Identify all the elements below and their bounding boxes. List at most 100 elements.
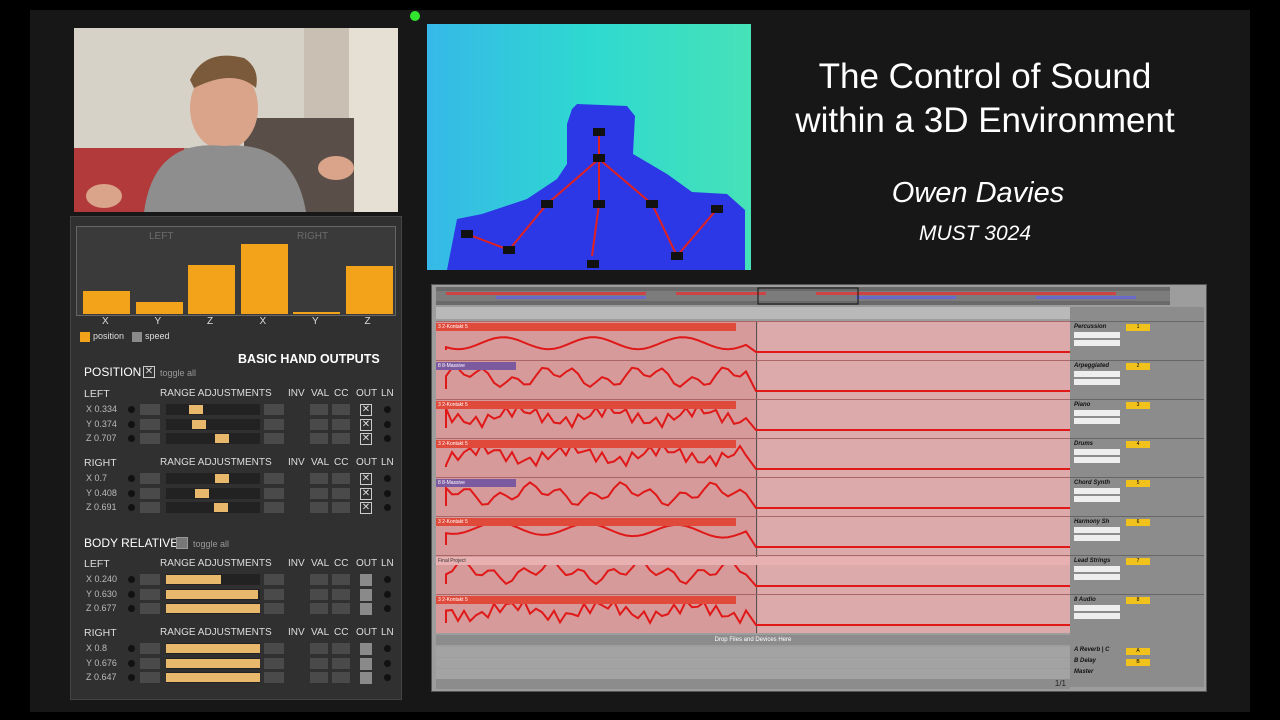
cc-number-box[interactable]: [332, 487, 350, 499]
range-slider[interactable]: [166, 487, 260, 499]
min-number-box[interactable]: [140, 473, 160, 484]
cc-number-box[interactable]: [332, 657, 350, 669]
max-number-box[interactable]: [264, 418, 284, 430]
track-lane[interactable]: [436, 477, 1070, 517]
mixer-track[interactable]: Arpeggiated 2: [1070, 360, 1204, 400]
learn-led[interactable]: [384, 605, 391, 612]
range-slider[interactable]: [166, 433, 260, 444]
input-routing-select[interactable]: [1074, 527, 1120, 533]
out-toggle-checkbox[interactable]: ✕: [360, 433, 372, 445]
learn-led[interactable]: [384, 645, 391, 652]
input-routing-select[interactable]: [1074, 457, 1120, 463]
max-number-box[interactable]: [264, 657, 284, 669]
return-activator-button[interactable]: B: [1126, 659, 1150, 666]
out-toggle-checkbox[interactable]: ✕: [360, 418, 372, 431]
range-slider[interactable]: [166, 574, 260, 585]
input-routing-select[interactable]: [1074, 332, 1120, 338]
cc-number-box[interactable]: [332, 433, 350, 444]
range-slider[interactable]: [166, 473, 260, 484]
min-number-box[interactable]: [140, 603, 160, 614]
input-routing-select[interactable]: [1074, 566, 1120, 572]
out-toggle-checkbox[interactable]: ✕: [360, 404, 372, 416]
max-number-box[interactable]: [264, 502, 284, 513]
min-number-box[interactable]: [140, 672, 160, 683]
clip[interactable]: Final Project: [436, 557, 1070, 565]
max-number-box[interactable]: [264, 672, 284, 683]
return-activator-button[interactable]: A: [1126, 648, 1150, 655]
range-slider[interactable]: [166, 643, 260, 654]
drop-zone[interactable]: Drop Files and Devices Here: [436, 635, 1070, 645]
input-routing-select[interactable]: [1074, 496, 1120, 502]
clip[interactable]: 3 2-Kontakt 5: [436, 323, 736, 331]
input-routing-select[interactable]: [1074, 535, 1120, 541]
mixer-track[interactable]: Piano 3: [1070, 399, 1204, 439]
out-toggle-checkbox[interactable]: [360, 657, 372, 670]
input-routing-select[interactable]: [1074, 488, 1120, 494]
learn-led[interactable]: [384, 659, 391, 667]
min-number-box[interactable]: [140, 433, 160, 444]
clip[interactable]: 8 8-Massive: [436, 479, 516, 487]
track-activator-button[interactable]: 7: [1126, 558, 1150, 565]
input-routing-select[interactable]: [1074, 449, 1120, 455]
input-routing-select[interactable]: [1074, 410, 1120, 416]
max-number-box[interactable]: [264, 643, 284, 654]
mixer-track[interactable]: Drums 4: [1070, 438, 1204, 478]
position-toggle-all-checkbox[interactable]: ✕: [143, 366, 155, 378]
out-toggle-checkbox[interactable]: ✕: [360, 473, 372, 485]
learn-led[interactable]: [384, 590, 391, 598]
return-track-lane[interactable]: [436, 647, 1070, 657]
input-routing-select[interactable]: [1074, 574, 1120, 580]
arrangement-view[interactable]: 3 2-Kontakt 5 8 8-Massive 3 2-Kontakt 5 3 2…: [436, 321, 1070, 633]
mixer-track[interactable]: Percussion 1: [1070, 321, 1204, 361]
track-lane[interactable]: [436, 360, 1070, 400]
min-number-box[interactable]: [140, 487, 160, 499]
out-toggle-checkbox[interactable]: [360, 643, 372, 655]
timeline-ruler[interactable]: [436, 307, 1070, 319]
range-slider[interactable]: [166, 418, 260, 430]
track-activator-button[interactable]: 1: [1126, 324, 1150, 331]
max-number-box[interactable]: [264, 574, 284, 585]
track-activator-button[interactable]: 5: [1126, 480, 1150, 487]
mixer-track[interactable]: Chord Synth 5: [1070, 477, 1204, 517]
return-track-lane[interactable]: [436, 658, 1070, 668]
cc-number-box[interactable]: [332, 473, 350, 484]
learn-led[interactable]: [384, 674, 391, 681]
cc-number-box[interactable]: [332, 502, 350, 513]
mixer-track[interactable]: Lead Strings 7: [1070, 555, 1204, 595]
clip[interactable]: 8 8-Massive: [436, 362, 516, 370]
learn-led[interactable]: [384, 475, 391, 482]
learn-led[interactable]: [384, 435, 391, 442]
mixer-track[interactable]: Harmony Sh 6: [1070, 516, 1204, 556]
range-slider[interactable]: [166, 404, 260, 415]
return-track-lane[interactable]: [436, 669, 1070, 679]
out-toggle-checkbox[interactable]: [360, 603, 372, 615]
track-activator-button[interactable]: 3: [1126, 402, 1150, 409]
learn-led[interactable]: [384, 504, 391, 511]
min-number-box[interactable]: [140, 657, 160, 669]
learn-led[interactable]: [384, 406, 391, 413]
min-number-box[interactable]: [140, 588, 160, 600]
cc-number-box[interactable]: [332, 643, 350, 654]
track-activator-button[interactable]: 4: [1126, 441, 1150, 448]
out-toggle-checkbox[interactable]: ✕: [360, 502, 372, 514]
min-number-box[interactable]: [140, 502, 160, 513]
max-number-box[interactable]: [264, 473, 284, 484]
mixer-track[interactable]: 8 Audio 8: [1070, 594, 1204, 634]
clip[interactable]: 3 2-Kontakt 5: [436, 518, 736, 526]
cc-number-box[interactable]: [332, 672, 350, 683]
track-activator-button[interactable]: 8: [1126, 597, 1150, 604]
max-number-box[interactable]: [264, 487, 284, 499]
input-routing-select[interactable]: [1074, 605, 1120, 611]
min-number-box[interactable]: [140, 404, 160, 415]
arrangement-overview[interactable]: [436, 287, 1170, 305]
min-number-box[interactable]: [140, 574, 160, 585]
input-routing-select[interactable]: [1074, 379, 1120, 385]
clip[interactable]: 3 2-Kontakt 5: [436, 440, 736, 448]
max-number-box[interactable]: [264, 603, 284, 614]
cc-number-box[interactable]: [332, 588, 350, 600]
learn-led[interactable]: [384, 420, 391, 428]
out-toggle-checkbox[interactable]: [360, 672, 372, 684]
body-toggle-all-checkbox[interactable]: [176, 537, 188, 549]
max-number-box[interactable]: [264, 404, 284, 415]
range-slider[interactable]: [166, 588, 260, 600]
